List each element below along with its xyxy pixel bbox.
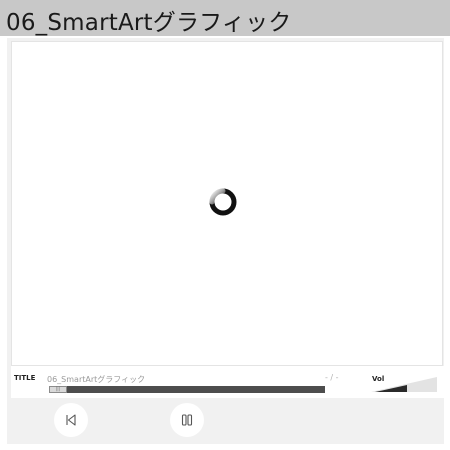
window-title: 06_SmartArtグラフィック xyxy=(6,10,292,36)
window-title-bar: 06_SmartArtグラフィック xyxy=(0,0,450,36)
pause-button[interactable] xyxy=(170,403,204,437)
progress-thumb[interactable]: ||| xyxy=(49,386,67,393)
track-name: 06_SmartArtグラフィック xyxy=(47,375,146,384)
volume-slider[interactable] xyxy=(371,374,437,392)
skip-back-icon xyxy=(66,414,76,426)
progress-bar[interactable]: ||| xyxy=(49,386,325,393)
title-label: TITLE xyxy=(14,374,36,382)
loading-spinner-icon xyxy=(209,188,237,216)
pause-icon xyxy=(181,414,193,426)
playback-controls xyxy=(11,400,443,440)
previous-button[interactable] xyxy=(54,403,88,437)
player-info-bar: TITLE 06_SmartArtグラフィック - / - ||| Vol xyxy=(11,366,445,398)
time-readout: - / - xyxy=(325,373,339,382)
